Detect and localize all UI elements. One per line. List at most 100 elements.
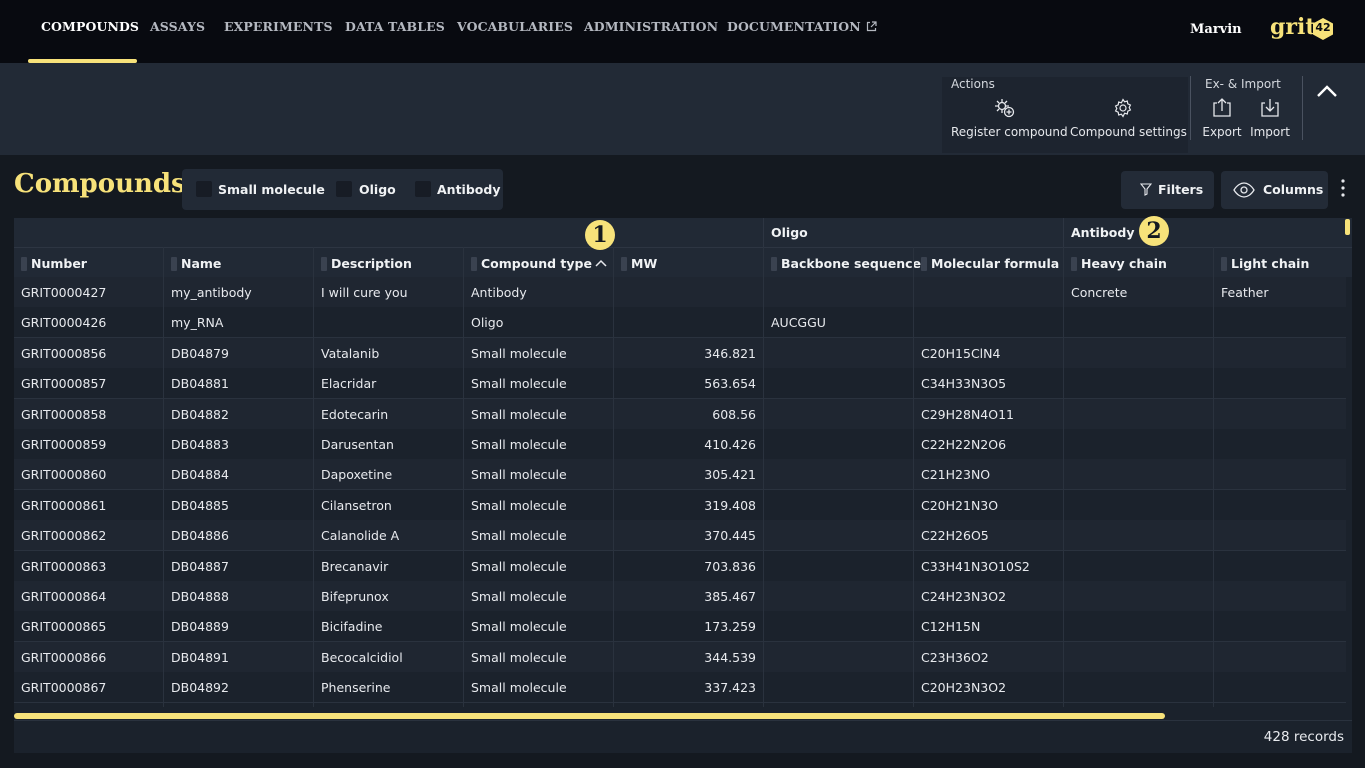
- cell-compound-type[interactable]: Small molecule: [471, 437, 567, 452]
- cell-number[interactable]: GRIT0000857: [21, 376, 106, 391]
- column-header-compound-type[interactable]: Compound type: [481, 256, 592, 271]
- cell-heavy-chain[interactable]: Concrete: [1071, 285, 1127, 300]
- cell-molecular-formula[interactable]: C20H21N3O: [921, 498, 998, 513]
- cell-compound-type[interactable]: Small molecule: [471, 346, 567, 361]
- cell-number[interactable]: GRIT0000867: [21, 680, 106, 695]
- cell-name[interactable]: DB04886: [171, 528, 229, 543]
- cell-description[interactable]: Dapoxetine: [321, 467, 392, 482]
- cell-description[interactable]: Darusentan: [321, 437, 394, 452]
- cell-name[interactable]: DB04882: [171, 407, 229, 422]
- cell-compound-type[interactable]: Small molecule: [471, 498, 567, 513]
- cell-compound-type[interactable]: Antibody: [471, 285, 527, 300]
- cell-mw[interactable]: 346.821: [620, 346, 756, 361]
- cell-molecular-formula[interactable]: C23H36O2: [921, 650, 989, 665]
- nav-documentation[interactable]: DOCUMENTATION: [727, 19, 877, 35]
- cell-compound-type[interactable]: Small molecule: [471, 589, 567, 604]
- cell-name[interactable]: DB04889: [171, 619, 229, 634]
- cell-compound-type[interactable]: Small molecule: [471, 619, 567, 634]
- cell-description[interactable]: Brecanavir: [321, 559, 388, 574]
- cell-description[interactable]: Elacridar: [321, 376, 376, 391]
- cell-name[interactable]: DB04881: [171, 376, 229, 391]
- cell-number[interactable]: GRIT0000865: [21, 619, 106, 634]
- table-row[interactable]: GRIT0000863 DB04887 Brecanavir Small molecu…: [14, 550, 1346, 582]
- cell-molecular-formula[interactable]: C20H15ClN4: [921, 346, 1000, 361]
- column-resize-handle[interactable]: [321, 257, 327, 271]
- cell-description[interactable]: Phenserine: [321, 680, 391, 695]
- cell-molecular-formula[interactable]: C12H15N: [921, 619, 980, 634]
- cell-description[interactable]: Bifeprunox: [321, 589, 389, 604]
- cell-compound-type[interactable]: Small molecule: [471, 559, 567, 574]
- cell-mw[interactable]: 608.56: [620, 407, 756, 422]
- column-header-number[interactable]: Number: [31, 256, 87, 271]
- cell-number[interactable]: GRIT0000861: [21, 498, 106, 513]
- cell-light-chain[interactable]: Feather: [1221, 285, 1269, 300]
- cell-number[interactable]: GRIT0000426: [21, 315, 106, 330]
- table-row[interactable]: GRIT0000865 DB04889 Bicifadine Small molecu…: [14, 611, 1346, 643]
- cell-description[interactable]: Bicifadine: [321, 619, 382, 634]
- table-row[interactable]: GRIT0000856 DB04879 Vatalanib Small molecul…: [14, 337, 1346, 369]
- checkbox-antibody-label[interactable]: Antibody: [437, 182, 500, 197]
- cell-name[interactable]: DB04891: [171, 650, 229, 665]
- filters-button[interactable]: Filters: [1121, 171, 1214, 209]
- column-resize-handle[interactable]: [921, 257, 927, 271]
- cell-mw[interactable]: 319.408: [620, 498, 756, 513]
- table-row[interactable]: GRIT0000857 DB04881 Elacridar Small molecul…: [14, 368, 1346, 400]
- table-row[interactable]: GRIT0000866 DB04891 Becocalcidiol Small mol…: [14, 641, 1346, 673]
- cell-mw[interactable]: 337.423: [620, 680, 756, 695]
- column-header-mw[interactable]: MW: [631, 256, 657, 271]
- nav-vocabularies[interactable]: VOCABULARIES: [457, 19, 573, 35]
- column-resize-handle[interactable]: [771, 257, 777, 271]
- cell-description[interactable]: Becocalcidiol: [321, 650, 403, 665]
- column-header-backbone-sequence[interactable]: Backbone sequence: [781, 256, 921, 271]
- cell-mw[interactable]: 563.654: [620, 376, 756, 391]
- table-row[interactable]: GRIT0000858 DB04882 Edotecarin Small molecu…: [14, 398, 1346, 430]
- vertical-scrollbar[interactable]: [1345, 219, 1350, 235]
- import-button[interactable]: Import: [1250, 97, 1290, 139]
- register-compound-button[interactable]: Register compound: [951, 97, 1068, 139]
- cell-compound-type[interactable]: Oligo: [471, 315, 503, 330]
- cell-number[interactable]: GRIT0000858: [21, 407, 106, 422]
- export-button[interactable]: Export: [1202, 97, 1242, 139]
- cell-number[interactable]: GRIT0000859: [21, 437, 106, 452]
- compound-settings-button[interactable]: Compound settings: [1070, 97, 1187, 139]
- cell-name[interactable]: DB04888: [171, 589, 229, 604]
- checkbox-small-molecule-label[interactable]: Small molecule: [218, 182, 325, 197]
- cell-mw[interactable]: 703.836: [620, 559, 756, 574]
- column-resize-handle[interactable]: [21, 257, 27, 271]
- cell-molecular-formula[interactable]: C33H41N3O10S2: [921, 559, 1030, 574]
- chevron-up-icon[interactable]: [1313, 80, 1341, 104]
- table-row[interactable]: GRIT0000426 my_RNA Oligo AUCGGU: [14, 307, 1346, 339]
- cell-backbone-sequence[interactable]: AUCGGU: [771, 315, 826, 330]
- table-row[interactable]: GRIT0000864 DB04888 Bifeprunox Small molecu…: [14, 581, 1346, 612]
- nav-data-tables[interactable]: DATA TABLES: [345, 19, 445, 35]
- cell-molecular-formula[interactable]: C29H28N4O11: [921, 407, 1014, 422]
- checkbox-antibody[interactable]: [415, 181, 431, 197]
- column-header-description[interactable]: Description: [331, 256, 412, 271]
- table-row[interactable]: GRIT0000861 DB04885 Cilansetron Small molec…: [14, 489, 1346, 521]
- table-row[interactable]: GRIT0000859 DB04883 Darusentan Small molecu…: [14, 429, 1346, 460]
- cell-name[interactable]: my_antibody: [171, 285, 252, 300]
- cell-compound-type[interactable]: Small molecule: [471, 376, 567, 391]
- cell-name[interactable]: DB04883: [171, 437, 229, 452]
- cell-molecular-formula[interactable]: C22H22N2O6: [921, 437, 1006, 452]
- nav-assays[interactable]: ASSAYS: [150, 19, 205, 35]
- column-resize-handle[interactable]: [471, 257, 477, 271]
- cell-description[interactable]: Edotecarin: [321, 407, 388, 422]
- cell-mw[interactable]: 385.467: [620, 589, 756, 604]
- cell-mw[interactable]: 370.445: [620, 528, 756, 543]
- cell-description[interactable]: Cilansetron: [321, 498, 392, 513]
- checkbox-oligo[interactable]: [336, 181, 352, 197]
- column-resize-handle[interactable]: [1071, 257, 1077, 271]
- table-row[interactable]: GRIT0000862 DB04886 Calanolide A Small mole…: [14, 520, 1346, 552]
- cell-description[interactable]: I will cure you: [321, 285, 408, 300]
- column-header-heavy-chain[interactable]: Heavy chain: [1081, 256, 1167, 271]
- cell-compound-type[interactable]: Small molecule: [471, 650, 567, 665]
- cell-number[interactable]: GRIT0000427: [21, 285, 106, 300]
- horizontal-scrollbar[interactable]: [14, 713, 1165, 719]
- table-row[interactable]: GRIT0000427 my_antibody I will cure you Ant…: [14, 277, 1346, 308]
- column-resize-handle[interactable]: [171, 257, 177, 271]
- cell-compound-type[interactable]: Small molecule: [471, 407, 567, 422]
- table-row[interactable]: GRIT0000867 DB04892 Phenserine Small molecu…: [14, 672, 1346, 704]
- cell-name[interactable]: my_RNA: [171, 315, 223, 330]
- cell-description[interactable]: Vatalanib: [321, 346, 379, 361]
